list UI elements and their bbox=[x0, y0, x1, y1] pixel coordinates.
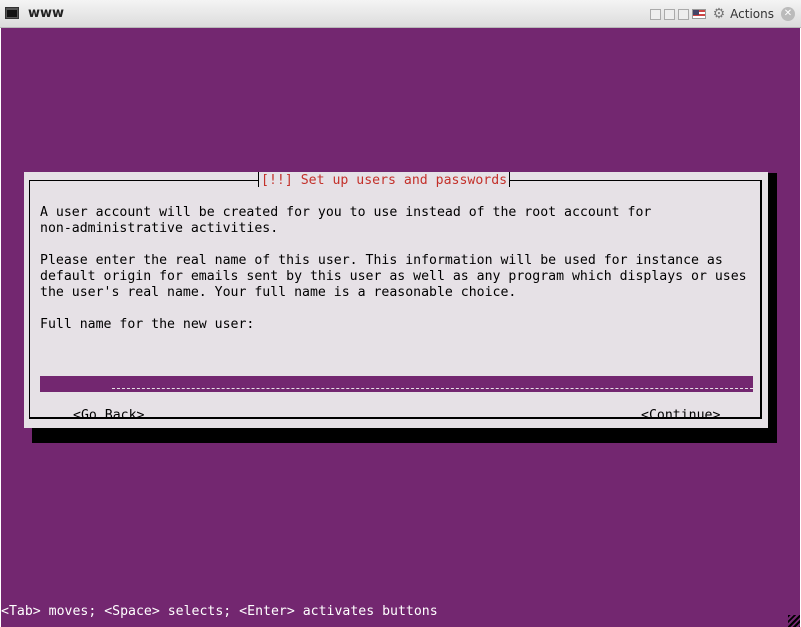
input-underline bbox=[112, 388, 753, 389]
console-screen[interactable]: [!!] Set up users and passwords A user a… bbox=[1, 28, 800, 627]
dialog-shadow bbox=[767, 173, 777, 443]
titlebar-controls: ⚙ Actions ✕ bbox=[649, 6, 795, 22]
window-mode-icon[interactable] bbox=[663, 8, 675, 20]
gear-icon[interactable]: ⚙ bbox=[713, 6, 726, 22]
intro-text: non-administrative activities. bbox=[40, 221, 279, 236]
instructions-text: the user's real name. Your full name is … bbox=[40, 285, 517, 300]
continue-button[interactable]: <Continue> bbox=[641, 408, 720, 424]
full-name-input[interactable]: wwwadmin bbox=[40, 376, 753, 392]
instructions-text: default origin for emails sent by this u… bbox=[40, 269, 747, 284]
dialog-title: [!!] Set up users and passwords bbox=[257, 172, 511, 189]
monitor-icon bbox=[5, 7, 19, 19]
actions-button[interactable]: Actions bbox=[730, 7, 774, 21]
go-back-button[interactable]: <Go Back> bbox=[73, 408, 144, 424]
dialog-shadow bbox=[32, 427, 777, 443]
window-mode-icon[interactable] bbox=[677, 8, 689, 20]
window-mode-icon[interactable] bbox=[649, 8, 661, 20]
instructions-text: Please enter the real name of this user.… bbox=[40, 253, 723, 268]
window-title: www bbox=[28, 6, 65, 21]
window-titlebar: www ⚙ Actions ✕ bbox=[0, 0, 801, 28]
resize-handle[interactable] bbox=[788, 615, 800, 627]
status-bar: <Tab> moves; <Space> selects; <Enter> ac… bbox=[1, 604, 438, 619]
field-label: Full name for the new user: bbox=[40, 317, 255, 332]
setup-users-dialog: [!!] Set up users and passwords A user a… bbox=[24, 172, 768, 428]
intro-text: A user account will be created for you t… bbox=[40, 205, 652, 220]
close-icon[interactable]: ✕ bbox=[781, 7, 795, 21]
flag-icon[interactable] bbox=[691, 9, 706, 19]
